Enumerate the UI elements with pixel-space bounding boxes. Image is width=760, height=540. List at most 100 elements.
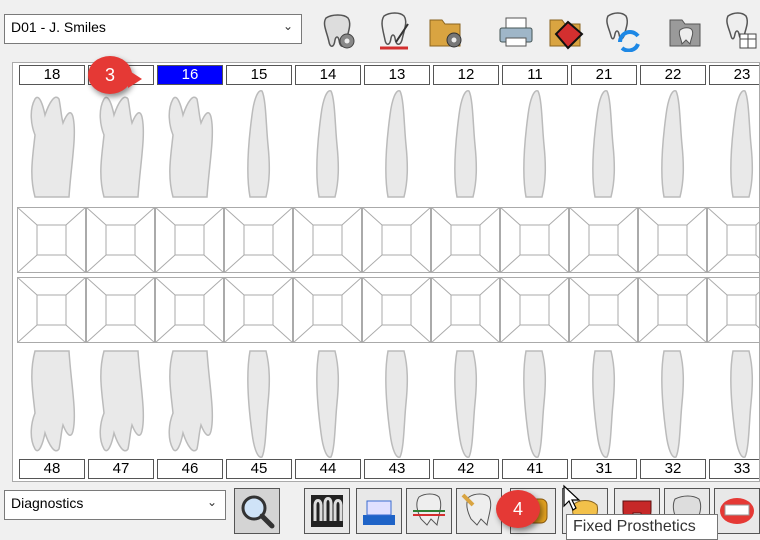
- step-3-number: 3: [104, 64, 115, 85]
- upper-tooth-number-12[interactable]: 12: [433, 65, 499, 85]
- xray-teeth-icon: [311, 495, 343, 527]
- folder-tooth-button[interactable]: [664, 10, 708, 54]
- full-denture-icon: [720, 498, 754, 524]
- tooth-settings-icon: [323, 14, 355, 49]
- upper-tooth-21-icon[interactable]: [573, 85, 633, 205]
- mouse-cursor-icon: [563, 484, 581, 511]
- lower-tooth-33-icon[interactable]: [711, 343, 760, 463]
- lower-surface-grid-31[interactable]: [569, 277, 638, 343]
- lower-tooth-32-icon[interactable]: [642, 343, 702, 463]
- lower-tooth-43-icon[interactable]: [366, 343, 426, 463]
- lower-tooth-number-32[interactable]: 32: [640, 459, 706, 479]
- lower-surface-grid-42[interactable]: [431, 277, 500, 343]
- lower-tooth-number-33[interactable]: 33: [709, 459, 759, 479]
- upper-surface-grid-13[interactable]: [362, 207, 431, 273]
- lower-tooth-45-icon[interactable]: [228, 343, 288, 463]
- tooth-settings-button[interactable]: [316, 10, 360, 54]
- upper-surface-grid-22[interactable]: [638, 207, 707, 273]
- diamond-tool-button[interactable]: [544, 10, 588, 54]
- printer-icon: [499, 17, 533, 47]
- diamond-tool-icon: [549, 19, 584, 50]
- patient-select-value: D01 - J. Smiles: [11, 19, 106, 35]
- upper-surface-grid-15[interactable]: [224, 207, 293, 273]
- upper-surface-grid-23[interactable]: [707, 207, 760, 273]
- lower-tooth-number-46[interactable]: 46: [157, 459, 223, 479]
- upper-surface-grid-11[interactable]: [500, 207, 569, 273]
- upper-tooth-15-icon[interactable]: [228, 85, 288, 205]
- lower-tooth-46-icon[interactable]: [159, 343, 219, 463]
- lower-surface-grid-43[interactable]: [362, 277, 431, 343]
- upper-surface-grid-21[interactable]: [569, 207, 638, 273]
- step-3-badge: 3: [88, 56, 142, 94]
- lower-tooth-31-icon[interactable]: [573, 343, 633, 463]
- lower-tooth-41-icon[interactable]: [504, 343, 564, 463]
- search-button[interactable]: [234, 488, 280, 534]
- upper-tooth-23-icon[interactable]: [711, 85, 760, 205]
- print-button[interactable]: [494, 10, 538, 54]
- lower-surface-grid-32[interactable]: [638, 277, 707, 343]
- upper-surface-grid-17[interactable]: [86, 207, 155, 273]
- tooltip-text: Fixed Prosthetics: [573, 518, 696, 535]
- lower-tooth-42-icon[interactable]: [435, 343, 495, 463]
- tooth-refresh-button[interactable]: [600, 10, 644, 54]
- lower-tooth-number-44[interactable]: 44: [295, 459, 361, 479]
- upper-tooth-number-22[interactable]: 22: [640, 65, 706, 85]
- toothbrush-button[interactable]: [356, 488, 402, 534]
- tooth-calendar-button[interactable]: [718, 10, 760, 54]
- patient-select[interactable]: D01 - J. Smiles ⌄: [4, 14, 302, 44]
- upper-surface-grid-12[interactable]: [431, 207, 500, 273]
- lower-tooth-number-31[interactable]: 31: [571, 459, 637, 479]
- tooltip: Fixed Prosthetics: [566, 514, 718, 540]
- lower-surface-grid-45[interactable]: [224, 277, 293, 343]
- tooth-layers-button[interactable]: [406, 488, 452, 534]
- lower-surface-grid-48[interactable]: [17, 277, 86, 343]
- upper-tooth-number-15[interactable]: 15: [226, 65, 292, 85]
- chevron-down-icon: ⌄: [282, 19, 293, 33]
- lower-tooth-number-48[interactable]: 48: [19, 459, 85, 479]
- upper-surface-grid-16[interactable]: [155, 207, 224, 273]
- mode-select[interactable]: Diagnostics ⌄: [4, 490, 226, 520]
- upper-tooth-number-13[interactable]: 13: [364, 65, 430, 85]
- upper-tooth-17-icon[interactable]: [90, 85, 150, 205]
- upper-tooth-12-icon[interactable]: [435, 85, 495, 205]
- tooth-edit-button[interactable]: [372, 10, 416, 54]
- full-denture-button[interactable]: [714, 488, 760, 534]
- upper-tooth-16-icon[interactable]: [159, 85, 219, 205]
- magnifier-icon: [241, 495, 275, 529]
- top-toolbar: D01 - J. Smiles ⌄: [0, 0, 760, 60]
- lower-surface-grid-46[interactable]: [155, 277, 224, 343]
- lower-tooth-number-41[interactable]: 41: [502, 459, 568, 479]
- lower-tooth-number-45[interactable]: 45: [226, 459, 292, 479]
- step-4-badge: 4: [496, 490, 540, 528]
- lower-tooth-number-42[interactable]: 42: [433, 459, 499, 479]
- tooth-layers-icon: [413, 493, 445, 527]
- upper-tooth-22-icon[interactable]: [642, 85, 702, 205]
- lower-tooth-number-47[interactable]: 47: [88, 459, 154, 479]
- upper-surface-grid-14[interactable]: [293, 207, 362, 273]
- upper-tooth-11-icon[interactable]: [504, 85, 564, 205]
- lower-surface-grid-44[interactable]: [293, 277, 362, 343]
- tooth-implant-icon: [461, 493, 492, 527]
- lower-surface-grid-47[interactable]: [86, 277, 155, 343]
- upper-tooth-number-11[interactable]: 11: [502, 65, 568, 85]
- step-4-number: 4: [512, 498, 523, 519]
- lower-tooth-44-icon[interactable]: [297, 343, 357, 463]
- upper-tooth-number-16[interactable]: 16: [157, 65, 223, 85]
- upper-tooth-14-icon[interactable]: [297, 85, 357, 205]
- lower-tooth-number-43[interactable]: 43: [364, 459, 430, 479]
- upper-tooth-number-14[interactable]: 14: [295, 65, 361, 85]
- upper-tooth-number-21[interactable]: 21: [571, 65, 637, 85]
- upper-tooth-number-18[interactable]: 18: [19, 65, 85, 85]
- lower-tooth-47-icon[interactable]: [90, 343, 150, 463]
- upper-tooth-18-icon[interactable]: [21, 85, 81, 205]
- upper-surface-grid-18[interactable]: [17, 207, 86, 273]
- folder-tooth-icon: [669, 19, 701, 47]
- upper-tooth-13-icon[interactable]: [366, 85, 426, 205]
- xray-teeth-button[interactable]: [304, 488, 350, 534]
- lower-tooth-48-icon[interactable]: [21, 343, 81, 463]
- lower-surface-grid-41[interactable]: [500, 277, 569, 343]
- folder-settings-button[interactable]: [424, 10, 468, 54]
- upper-tooth-number-23[interactable]: 23: [709, 65, 759, 85]
- lower-surface-grid-33[interactable]: [707, 277, 760, 343]
- tooth-implant-button[interactable]: [456, 488, 502, 534]
